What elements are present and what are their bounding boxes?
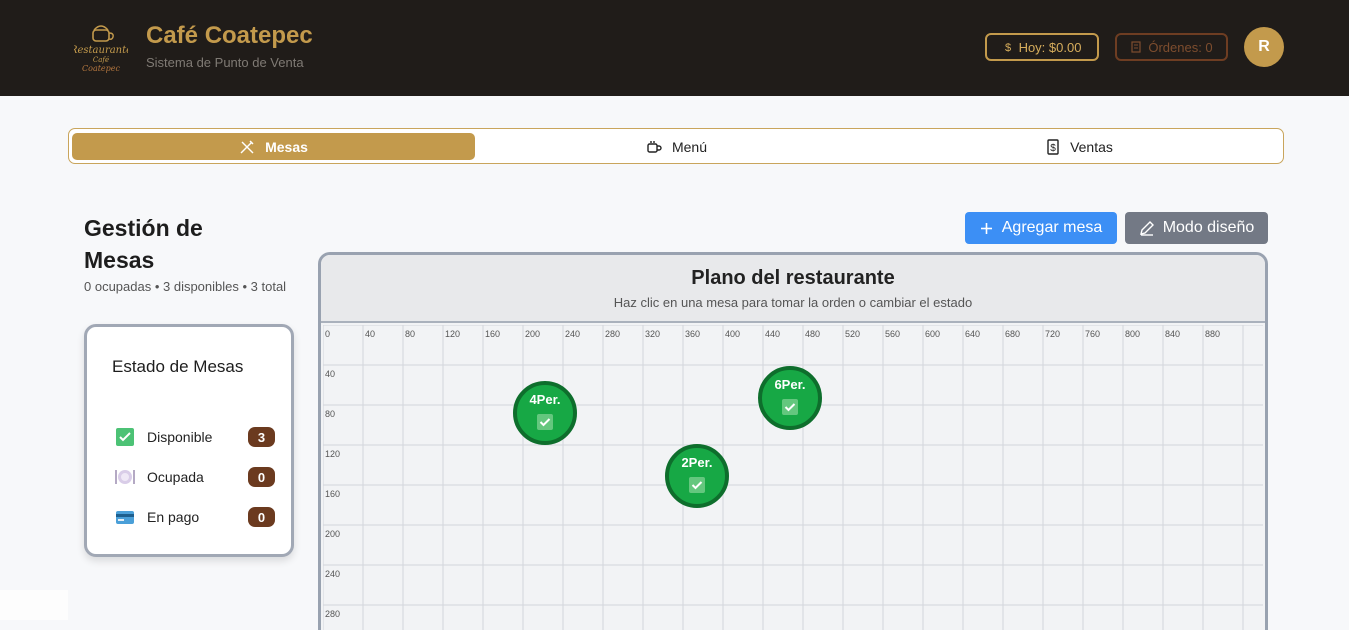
floor-plan-header: Plano del restaurante Haz clic en una me… [321,255,1265,323]
brand-subtitle: Sistema de Punto de Venta [146,55,304,70]
x-tick-label: 720 [1045,329,1061,339]
brand-title: Café Coatepec [146,22,313,49]
table-marker[interactable]: 6Per. [758,366,822,430]
plate-icon [115,470,135,484]
x-tick-label: 840 [1165,329,1181,339]
orders-count-badge: Órdenes: 0 [1115,33,1228,61]
x-tick-label: 680 [1005,329,1021,339]
today-sales-badge: $ Hoy: $0.00 [985,33,1099,61]
orders-count-label: Órdenes: 0 [1148,39,1213,55]
today-sales-label: Hoy: $0.00 [1018,39,1082,55]
status-count: 0 [248,507,275,527]
tab-menu-label: Menú [671,138,708,155]
x-tick-label: 480 [805,329,821,339]
floor-plan-panel: Plano del restaurante Haz clic en una me… [318,252,1268,630]
status-row-ocupada: Ocupada 0 [115,466,275,488]
x-tick-label: 600 [925,329,941,339]
x-tick-label: 800 [1125,329,1141,339]
app-header: Restaurante Café Coatepec Café Coatepec … [0,0,1349,96]
tab-ventas-label: Ventas [1070,138,1113,155]
dollar-icon: $ [1005,42,1011,53]
status-label: Disponible [147,429,213,445]
tab-mesas[interactable]: Mesas [72,133,475,160]
table-capacity-label: 6Per. [774,377,806,392]
add-table-label: Agregar mesa [1001,219,1103,236]
design-mode-button[interactable]: Modo diseño [1125,212,1268,244]
y-tick-label: 200 [325,529,341,539]
y-tick-label: 240 [325,569,341,579]
check-icon [689,477,705,493]
x-tick-label: 640 [965,329,981,339]
plus-icon [980,222,992,234]
x-tick-label: 120 [445,329,461,339]
x-tick-label: 0 [325,329,331,339]
status-row-disponible: Disponible 3 [115,426,275,448]
table-capacity-label: 2Per. [681,455,713,470]
y-tick-label: 160 [325,489,341,499]
x-tick-label: 320 [645,329,661,339]
receipt-icon [1131,41,1141,53]
pencil-icon [1139,220,1154,236]
status-count: 3 [248,427,275,447]
y-tick-label: 80 [325,409,336,419]
status-label: En pago [147,509,200,525]
y-tick-label: 120 [325,449,341,459]
coffee-cup-icon [647,140,662,153]
x-tick-label: 80 [405,329,416,339]
floor-plan-subtitle: Haz clic en una mesa para tomar la orden… [613,295,973,310]
svg-text:Restaurante: Restaurante [74,45,128,56]
y-tick-label: 40 [325,369,336,379]
tab-mesas-label: Mesas [265,138,308,155]
x-tick-label: 160 [485,329,501,339]
svg-text:Coatepec: Coatepec [82,64,121,73]
receipt-dollar-icon: $ [1047,138,1059,155]
page-title: Gestión de Mesas [84,215,203,273]
x-tick-label: 240 [565,329,581,339]
x-tick-label: 560 [885,329,901,339]
x-tick-label: 440 [765,329,781,339]
main-tabs: Mesas Menú $ Ventas [68,128,1284,164]
utensils-crossed-icon [240,140,254,153]
check-box-icon [116,428,134,446]
status-label: Ocupada [147,469,204,485]
design-mode-label: Modo diseño [1162,219,1255,236]
x-tick-label: 40 [365,329,376,339]
y-tick-label: 280 [325,609,341,619]
floor-plan-title: Plano del restaurante [691,267,895,289]
svg-text:Café: Café [93,56,109,64]
restaurant-logo: Restaurante Café Coatepec [74,25,128,73]
x-tick-label: 200 [525,329,541,339]
status-card-title: Estado de Mesas [112,357,244,376]
x-tick-label: 280 [605,329,621,339]
tables-summary: 0 ocupadas • 3 disponibles • 3 total [84,279,287,294]
table-marker[interactable]: 2Per. [665,444,729,508]
tab-menu[interactable]: Menú [475,133,878,160]
svg-text:$: $ [1050,143,1056,154]
status-count: 0 [248,467,275,487]
x-tick-label: 360 [685,329,701,339]
status-row-en-pago: En pago 0 [115,506,275,528]
x-tick-label: 400 [725,329,741,339]
table-marker[interactable]: 4Per. [513,381,577,445]
x-tick-label: 880 [1205,329,1221,339]
check-icon [782,399,798,415]
tab-ventas[interactable]: $ Ventas [878,133,1281,160]
svg-text:$: $ [1005,42,1011,53]
corner-overlay [0,590,68,620]
floor-plan-grid[interactable]: 0 40 80 120 160 200 240 280 320 360 400 440 480 520 56… [323,325,1263,630]
check-icon [537,414,553,430]
x-tick-label: 760 [1085,329,1101,339]
add-table-button[interactable]: Agregar mesa [965,212,1117,244]
x-tick-label: 520 [845,329,861,339]
status-legend-card: Estado de Mesas Disponible 3 Ocupada 0 E… [84,324,294,557]
user-avatar[interactable]: R [1244,27,1284,67]
credit-card-icon [116,511,134,524]
table-capacity-label: 4Per. [529,392,561,407]
